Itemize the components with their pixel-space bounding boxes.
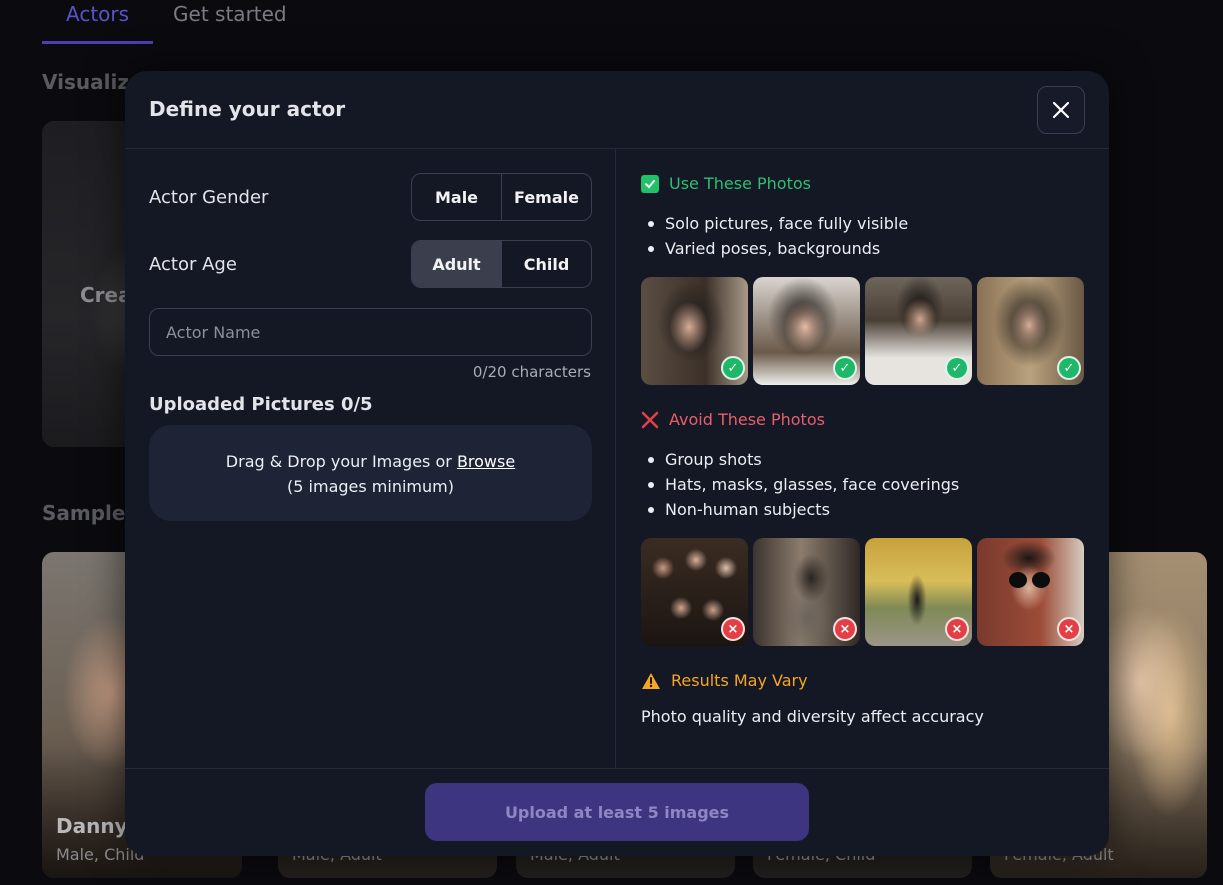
list-item: Group shots <box>647 447 959 472</box>
list-item: Varied poses, backgrounds <box>647 236 908 261</box>
sample-card-name: Danny <box>56 814 128 838</box>
age-option-adult[interactable]: Adult <box>412 241 501 287</box>
create-label: Crea <box>80 283 132 307</box>
upload-button[interactable]: Upload at least 5 images <box>425 783 809 841</box>
use-photos-list: Solo pictures, face fully visible Varied… <box>647 211 908 261</box>
list-item: Hats, masks, glasses, face coverings <box>647 472 959 497</box>
check-icon: ✓ <box>833 356 857 380</box>
use-photos-heading: Use These Photos <box>641 174 811 193</box>
modal-body: Actor Gender Male Female Actor Age Adult… <box>125 149 1109 768</box>
good-photo-examples: ✓ ✓ ✓ ✓ <box>641 277 1085 385</box>
checkbox-check-icon <box>641 174 659 193</box>
tab-actors[interactable]: Actors <box>42 0 154 44</box>
x-icon <box>641 411 659 428</box>
x-icon: × <box>945 617 969 641</box>
age-label: Actor Age <box>149 254 237 275</box>
uploaded-pictures-title: Uploaded Pictures 0/5 <box>149 394 373 415</box>
modal-footer: Upload at least 5 images <box>125 768 1109 856</box>
list-item: Non-human subjects <box>647 497 959 522</box>
x-icon: × <box>721 617 745 641</box>
gender-option-male[interactable]: Male <box>412 174 501 220</box>
good-photo-thumb: ✓ <box>977 277 1084 385</box>
bad-photo-thumb: × <box>753 538 860 646</box>
check-icon: ✓ <box>945 356 969 380</box>
x-icon: × <box>1057 617 1081 641</box>
good-photo-thumb: ✓ <box>865 277 972 385</box>
gender-option-female[interactable]: Female <box>501 174 591 220</box>
bad-photo-examples: × × × × <box>641 538 1085 646</box>
avoid-photos-list: Group shots Hats, masks, glasses, face c… <box>647 447 959 522</box>
define-actor-modal: Define your actor Actor Gender Male Fema… <box>125 71 1109 856</box>
results-vary-heading: Results May Vary <box>641 671 808 690</box>
age-toggle: Adult Child <box>411 240 592 288</box>
bad-photo-thumb: × <box>865 538 972 646</box>
avoid-photos-heading-text: Avoid These Photos <box>669 410 825 429</box>
actor-form: Actor Gender Male Female Actor Age Adult… <box>125 149 616 768</box>
dropzone-text: Drag & Drop your Images or <box>225 452 457 471</box>
warning-icon <box>642 672 660 689</box>
modal-title: Define your actor <box>149 97 346 121</box>
modal-header: Define your actor <box>125 71 1109 149</box>
use-photos-heading-text: Use These Photos <box>669 174 811 193</box>
x-icon: × <box>833 617 857 641</box>
actor-name-input[interactable] <box>149 308 592 356</box>
check-icon: ✓ <box>721 356 745 380</box>
top-tabs: Actors Get started <box>42 0 311 44</box>
bad-photo-thumb: × <box>977 538 1084 646</box>
browse-link[interactable]: Browse <box>457 452 515 471</box>
good-photo-thumb: ✓ <box>753 277 860 385</box>
image-dropzone[interactable]: Drag & Drop your Images or Browse (5 ima… <box>149 425 592 521</box>
results-vary-heading-text: Results May Vary <box>671 671 808 690</box>
name-char-counter: 0/20 characters <box>472 363 591 381</box>
good-photo-thumb: ✓ <box>641 277 748 385</box>
avoid-photos-heading: Avoid These Photos <box>641 410 825 429</box>
dropzone-minimum: (5 images minimum) <box>287 477 454 496</box>
results-vary-text: Photo quality and diversity affect accur… <box>641 707 984 726</box>
list-item: Solo pictures, face fully visible <box>647 211 908 236</box>
age-option-child[interactable]: Child <box>501 241 591 287</box>
photo-guidelines: Use These Photos Solo pictures, face ful… <box>617 149 1109 768</box>
gender-label: Actor Gender <box>149 187 269 208</box>
check-icon: ✓ <box>1057 356 1081 380</box>
bad-photo-thumb: × <box>641 538 748 646</box>
tab-get-started[interactable]: Get started <box>173 0 311 44</box>
close-icon <box>1052 101 1070 119</box>
gender-toggle: Male Female <box>411 173 592 221</box>
close-button[interactable] <box>1037 86 1085 134</box>
